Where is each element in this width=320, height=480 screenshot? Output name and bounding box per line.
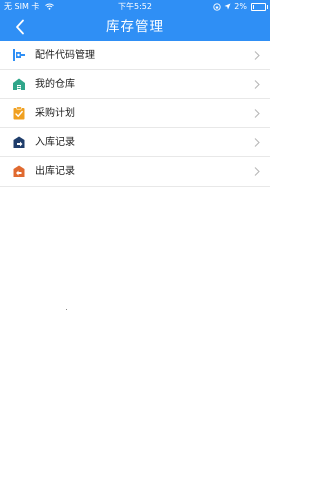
menu-item-label: 我的仓库 [35, 79, 75, 90]
outbound-record-icon [12, 164, 26, 178]
menu-item-inbound-record[interactable]: 入库记录 [0, 128, 270, 157]
menu-item-label: 配件代码管理 [35, 50, 95, 61]
menu-item-label: 采购计划 [35, 108, 75, 119]
inbound-record-icon [12, 135, 26, 149]
inventory-menu: 配件代码管理 我的仓库 采购计划 入库记录 出库记录 [0, 41, 270, 187]
chevron-right-icon [254, 109, 260, 118]
status-bar: 无 SIM 卡 下午5:52 2% [0, 0, 270, 13]
chevron-right-icon [254, 80, 260, 89]
location-icon [224, 3, 231, 10]
menu-item-purchase-plan[interactable]: 采购计划 [0, 99, 270, 128]
warehouse-icon [12, 77, 26, 91]
nav-bar: 库存管理 [0, 13, 270, 41]
parts-code-icon [12, 48, 26, 62]
chevron-right-icon [254, 51, 260, 60]
menu-item-label: 入库记录 [35, 137, 75, 148]
chevron-right-icon [254, 167, 260, 176]
top-bar: 无 SIM 卡 下午5:52 2% 库存管理 [0, 0, 270, 41]
battery-icon [251, 2, 268, 11]
battery-percent: 2% [234, 2, 247, 11]
menu-item-parts-code[interactable]: 配件代码管理 [0, 41, 270, 70]
menu-item-label: 出库记录 [35, 166, 75, 177]
chevron-right-icon [254, 138, 260, 147]
menu-item-outbound-record[interactable]: 出库记录 [0, 157, 270, 187]
lock-rotation-icon [213, 2, 221, 11]
status-right: 2% [213, 0, 268, 13]
menu-item-my-warehouse[interactable]: 我的仓库 [0, 70, 270, 99]
page-title: 库存管理 [106, 19, 164, 35]
purchase-plan-icon [12, 106, 26, 120]
stray-pixel [66, 309, 67, 310]
